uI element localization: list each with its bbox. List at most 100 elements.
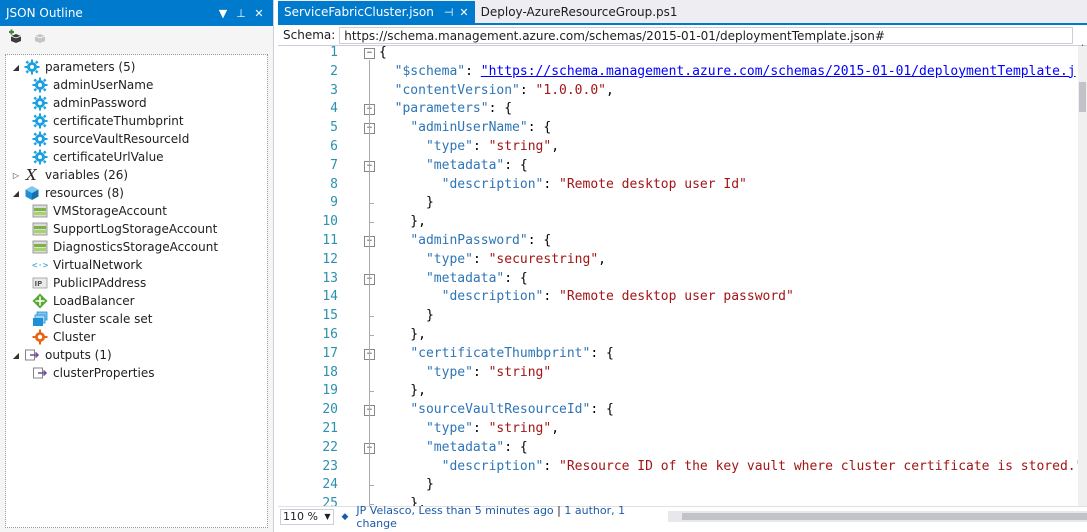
separator: |	[557, 503, 561, 517]
zoom-dropdown[interactable]: 110 % ▼	[280, 508, 334, 525]
line-number: 17	[322, 345, 338, 361]
tree-node-label: PublicIPAddress	[53, 276, 147, 290]
tree-node[interactable]: ◢ parameters (5)	[11, 58, 135, 76]
line-number: 12	[322, 251, 338, 267]
horizontal-scrollbar[interactable]	[668, 511, 1087, 522]
tree-node[interactable]: certificateUrlValue	[32, 148, 164, 166]
expanded-arrow-icon[interactable]: ◢	[11, 189, 21, 198]
code-line[interactable]: },	[379, 382, 426, 401]
code-line[interactable]: "description": "Remote desktop user Id"	[379, 176, 747, 195]
tree-node[interactable]: <·> VirtualNetwork	[32, 256, 142, 274]
code-line[interactable]: "description": "Resource ID of the key v…	[379, 458, 1078, 477]
code-token: "https://schema.management.azure.com/sch…	[480, 63, 1076, 79]
author-link[interactable]: JP Velasco, Less than 5 minutes ago	[356, 504, 553, 517]
code-line[interactable]: "type": "securestring",	[379, 251, 606, 270]
code-line[interactable]: "description": "Remote desktop user pass…	[379, 288, 794, 307]
dropdown-arrow-icon[interactable]: ▼	[215, 7, 231, 20]
code-token: : {	[590, 345, 614, 361]
expanded-arrow-icon[interactable]: ◢	[11, 351, 21, 360]
code-line[interactable]: "parameters": {	[379, 100, 512, 119]
vertical-scrollbar[interactable]	[1078, 46, 1087, 506]
expanded-arrow-icon[interactable]: ◢	[11, 63, 21, 72]
code-editor[interactable]: 1 2 3 4 5 6 7 8 9 10 11 12 13 14 15 16 17 18 19 20 21 22 23 24 2…	[278, 46, 1078, 506]
code-line[interactable]: "type": "string",	[379, 138, 559, 157]
line-number: 2	[330, 63, 338, 79]
tree-node-label: outputs (1)	[45, 348, 112, 362]
schema-label: Schema:	[283, 28, 336, 42]
tree-node[interactable]: Cluster scale set	[32, 310, 152, 328]
tree-node-label: Cluster	[53, 330, 96, 344]
chevron-down-icon[interactable]: ▼	[324, 512, 332, 521]
fold-end-tick	[369, 485, 374, 487]
schema-input[interactable]: https://schema.management.azure.com/sche…	[339, 26, 1073, 44]
code-line[interactable]: "adminPassword": {	[379, 232, 551, 251]
code-token: "string"	[488, 421, 552, 436]
add-resource-icon[interactable]	[8, 29, 24, 48]
code-token: "metadata"	[425, 157, 505, 173]
code-line[interactable]: },	[379, 213, 426, 232]
code-line[interactable]: "type": "string"	[379, 364, 551, 383]
tree-node[interactable]: Cluster	[32, 328, 96, 346]
code-line[interactable]: "adminUserName": {	[379, 119, 551, 138]
line-number: 3	[330, 82, 338, 98]
tab-deploy-azureresourcegroup[interactable]: Deploy-AzureResourceGroup.ps1	[475, 1, 684, 23]
close-icon[interactable]: ✕	[459, 6, 468, 19]
tree-node[interactable]: LoadBalancer	[32, 292, 135, 310]
tree-node[interactable]: IP PublicIPAddress	[32, 274, 146, 292]
collapsed-arrow-icon[interactable]: ▷	[11, 171, 21, 180]
code-token: "Remote desktop user Id"	[559, 176, 747, 192]
code-token: :	[519, 82, 536, 98]
storage-icon	[32, 239, 48, 255]
code-token: "adminPassword"	[410, 233, 528, 248]
line-number: 8	[330, 176, 338, 192]
folding-margin: −−−−−−−−−	[364, 46, 376, 506]
line-number: 5	[330, 120, 338, 136]
code-line[interactable]: "$schema": "https://schema.management.az…	[379, 63, 1076, 82]
tree-node[interactable]: ◢ resources (8)	[11, 184, 124, 202]
tree-node[interactable]: clusterProperties	[32, 364, 154, 382]
tree-node[interactable]: VMStorageAccount	[32, 202, 167, 220]
tree-node[interactable]: DiagnosticsStorageAccount	[32, 238, 218, 256]
tree-node-label: DiagnosticsStorageAccount	[53, 240, 219, 254]
line-number: 22	[322, 439, 338, 455]
code-line[interactable]: {	[379, 46, 387, 63]
tree-node[interactable]: adminUserName	[32, 76, 153, 94]
pin-icon[interactable]: ⊥	[233, 7, 249, 20]
line-number: 9	[330, 195, 338, 211]
tree-node[interactable]: ▷ Xvariables (26)	[11, 166, 128, 184]
collapse-icon[interactable]: −	[364, 48, 375, 59]
tree-node-label: adminPassword	[53, 96, 147, 110]
code-line[interactable]: "metadata": {	[379, 157, 528, 176]
panel-title: JSON Outline	[6, 6, 83, 20]
code-line[interactable]: "contentVersion": "1.0.0.0",	[379, 82, 614, 101]
code-line[interactable]: "metadata": {	[379, 270, 528, 289]
cube-icon	[24, 185, 40, 201]
remove-resource-icon[interactable]	[32, 29, 48, 48]
scrollbar-thumb[interactable]	[1079, 82, 1086, 112]
tree-node[interactable]: ◢ outputs (1)	[11, 346, 112, 364]
line-number: 15	[322, 308, 338, 324]
code-line[interactable]: "sourceVaultResourceId": {	[379, 401, 614, 420]
code-line[interactable]: "type": "string",	[379, 420, 559, 439]
code-line[interactable]: }	[379, 307, 434, 326]
tree-node-label: VMStorageAccount	[53, 204, 167, 218]
line-number: 18	[322, 364, 338, 380]
code-line[interactable]: }	[379, 194, 434, 213]
tab-servicefabriccluster[interactable]: ServiceFabricCluster.json ⊣ ✕	[278, 1, 475, 23]
code-line[interactable]: },	[379, 326, 426, 345]
fold-end-tick	[369, 391, 374, 393]
code-line[interactable]: "certificateThumbprint": {	[379, 345, 614, 364]
code-token: }	[379, 477, 434, 493]
code-line[interactable]: "metadata": {	[379, 439, 528, 458]
scrollbar-thumb[interactable]	[682, 513, 1087, 520]
tree-node[interactable]: certificateThumbprint	[32, 112, 184, 130]
tree-node[interactable]: SupportLogStorageAccount	[32, 220, 217, 238]
code-line[interactable]: }	[379, 476, 434, 495]
tree-node[interactable]: adminPassword	[32, 94, 147, 112]
close-icon[interactable]: ✕	[251, 7, 267, 20]
pin-icon[interactable]: ⊣	[444, 6, 454, 19]
code-token: "type"	[425, 139, 473, 154]
tree-node[interactable]: sourceVaultResourceId	[32, 130, 189, 148]
